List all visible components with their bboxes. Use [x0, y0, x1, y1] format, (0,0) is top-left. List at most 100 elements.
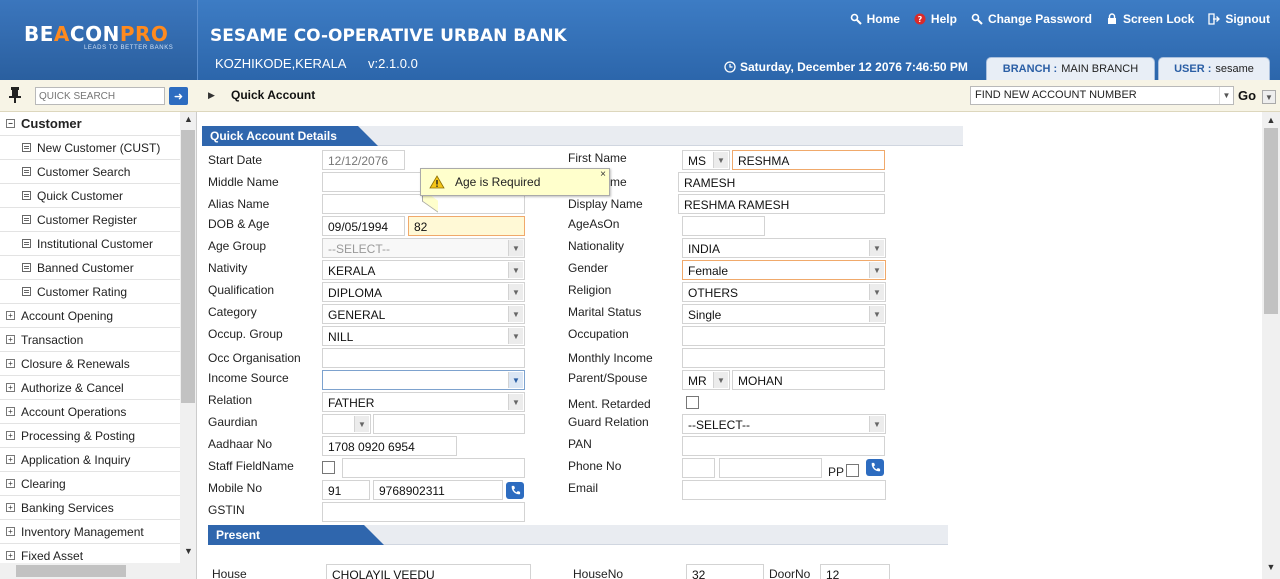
dob-field[interactable]: 09/05/1994 [322, 216, 405, 236]
mobile-number-field[interactable]: 9768902311 [373, 480, 503, 500]
home-link[interactable]: Home [850, 12, 900, 26]
nativity-select[interactable]: KERALA ▼ [322, 260, 525, 280]
expand-icon: + [6, 407, 15, 416]
sidebar-group-clearing[interactable]: + Clearing [0, 472, 180, 496]
email-field[interactable] [682, 480, 886, 500]
screen-lock-link[interactable]: Screen Lock [1106, 12, 1194, 26]
religion-select[interactable]: OTHERS ▼ [682, 282, 886, 302]
phone-code-field[interactable] [682, 458, 715, 478]
label-email: Email [568, 481, 599, 495]
age-required-tooltip: Age is Required × [420, 168, 610, 196]
pp-checkbox[interactable] [846, 464, 859, 477]
occupation-field[interactable] [682, 326, 885, 346]
last-name-field[interactable]: RAMESH [678, 172, 885, 192]
house-no-field[interactable]: 32 [686, 564, 764, 579]
age-group-select[interactable]: --SELECT-- ▼ [322, 238, 525, 258]
age-field[interactable]: 82 [408, 216, 525, 236]
start-date-field[interactable]: 12/12/2076 [322, 150, 405, 170]
sidebar-item-quick-customer[interactable]: Quick Customer [0, 184, 180, 208]
expand-icon: + [6, 551, 15, 560]
go-button[interactable]: Go [1238, 88, 1256, 103]
mobile-code-field[interactable]: 91 [322, 480, 370, 500]
find-account-select[interactable]: FIND NEW ACCOUNT NUMBER ▼ [970, 86, 1234, 105]
quick-search-go-button[interactable]: ➜ [169, 87, 188, 105]
expand-icon: + [6, 431, 15, 440]
sidebar-item-banned-customer[interactable]: Banned Customer [0, 256, 180, 280]
sidebar-group-authorize-cancel[interactable]: + Authorize & Cancel [0, 376, 180, 400]
change-password-link[interactable]: Change Password [971, 12, 1092, 26]
mobile-call-button[interactable] [506, 482, 524, 499]
quick-account-section-header: Quick Account Details [202, 126, 963, 146]
help-link[interactable]: ? Help [914, 12, 957, 26]
category-select[interactable]: GENERAL ▼ [322, 304, 525, 324]
home-icon [850, 13, 862, 25]
label-occup-group: Occup. Group [208, 327, 283, 341]
sidebar-item-institutional-customer[interactable]: Institutional Customer [0, 232, 180, 256]
sidebar-scroll-thumb[interactable] [181, 130, 195, 403]
gstin-field[interactable] [322, 502, 525, 522]
display-name-field[interactable]: RESHMA RAMESH [678, 194, 885, 214]
sidebar-group-banking-services[interactable]: + Banking Services [0, 496, 180, 520]
first-name-field[interactable]: RESHMA [732, 150, 885, 170]
label-start-date: Start Date [208, 153, 263, 167]
chevron-down-icon: ▼ [508, 240, 523, 256]
page-scroll-thumb[interactable] [1264, 128, 1278, 314]
user-tab[interactable]: USER : sesame [1158, 57, 1270, 80]
sidebar-group-account-opening[interactable]: + Account Opening [0, 304, 180, 328]
quick-search-input[interactable] [35, 87, 165, 105]
sidebar-item-customer-search[interactable]: Customer Search [0, 160, 180, 184]
close-icon[interactable]: × [600, 169, 606, 180]
sidebar-hscroll-thumb[interactable] [16, 565, 126, 577]
sidebar-group-processing-posting[interactable]: + Processing & Posting [0, 424, 180, 448]
nationality-select[interactable]: INDIA ▼ [682, 238, 886, 258]
staff-checkbox[interactable] [322, 461, 335, 474]
aadhaar-field[interactable]: 1708 0920 6954 [322, 436, 457, 456]
income-source-select[interactable]: ▼ [322, 370, 525, 390]
sidebar-group-closure-renewals[interactable]: + Closure & Renewals [0, 352, 180, 376]
lock-icon [1107, 13, 1116, 24]
branch-tab[interactable]: BRANCH : MAIN BRANCH [986, 57, 1155, 80]
logo-text: BEACONPRO [24, 22, 169, 46]
monthly-income-field[interactable] [682, 348, 885, 368]
first-name-title-select[interactable]: MS ▼ [682, 150, 730, 170]
logo-tagline: LEADS TO BETTER BANKS [84, 45, 174, 51]
scroll-down-icon[interactable]: ▼ [1262, 562, 1280, 572]
house-field[interactable]: CHOLAYIL VEEDU [326, 564, 531, 579]
door-no-field[interactable]: 12 [820, 564, 890, 579]
parent-spouse-field[interactable]: MOHAN [732, 370, 885, 390]
scroll-down-icon[interactable]: ▼ [180, 546, 196, 560]
signout-link[interactable]: Signout [1208, 12, 1270, 26]
gaurdian-name-field[interactable] [373, 414, 525, 434]
label-door-no: DoorNo [769, 567, 811, 579]
scroll-up-icon[interactable]: ▲ [180, 114, 196, 128]
sidebar-item-customer-rating[interactable]: Customer Rating [0, 280, 180, 304]
ment-retarded-checkbox[interactable] [686, 396, 699, 409]
label-occupation: Occupation [568, 327, 629, 341]
guard-relation-select[interactable]: --SELECT-- ▼ [682, 414, 886, 434]
sidebar-group-account-operations[interactable]: + Account Operations [0, 400, 180, 424]
scroll-up-icon[interactable]: ▲ [1262, 115, 1280, 125]
relation-select[interactable]: FATHER ▼ [322, 392, 525, 412]
sidebar-group-application-inquiry[interactable]: + Application & Inquiry [0, 448, 180, 472]
age-as-on-field[interactable] [682, 216, 765, 236]
app-header: BEACONPRO LEADS TO BETTER BANKS SESAME C… [0, 0, 1280, 80]
parent-title-select[interactable]: MR ▼ [682, 370, 730, 390]
occ-organisation-field[interactable] [322, 348, 525, 368]
staff-fieldname-field[interactable] [342, 458, 525, 478]
sidebar-group-inventory-management[interactable]: + Inventory Management [0, 520, 180, 544]
sidebar-item-customer-register[interactable]: Customer Register [0, 208, 180, 232]
occup-group-select[interactable]: NILL ▼ [322, 326, 525, 346]
gender-select[interactable]: Female ▼ [682, 260, 886, 280]
list-icon [22, 239, 31, 248]
qualification-select[interactable]: DIPLOMA ▼ [322, 282, 525, 302]
gaurdian-title-select[interactable]: ▼ [322, 414, 371, 434]
collapse-icon[interactable]: ▼ [1262, 90, 1276, 104]
marital-status-select[interactable]: Single ▼ [682, 304, 886, 324]
sidebar-group-transaction[interactable]: + Transaction [0, 328, 180, 352]
sidebar-item-new-customer[interactable]: New Customer (CUST) [0, 136, 180, 160]
pan-field[interactable] [682, 436, 885, 456]
phone-number-field[interactable] [719, 458, 822, 478]
pin-icon[interactable] [8, 87, 22, 103]
phone-call-button[interactable] [866, 459, 884, 476]
sidebar-group-customer[interactable]: − Customer [0, 112, 180, 136]
